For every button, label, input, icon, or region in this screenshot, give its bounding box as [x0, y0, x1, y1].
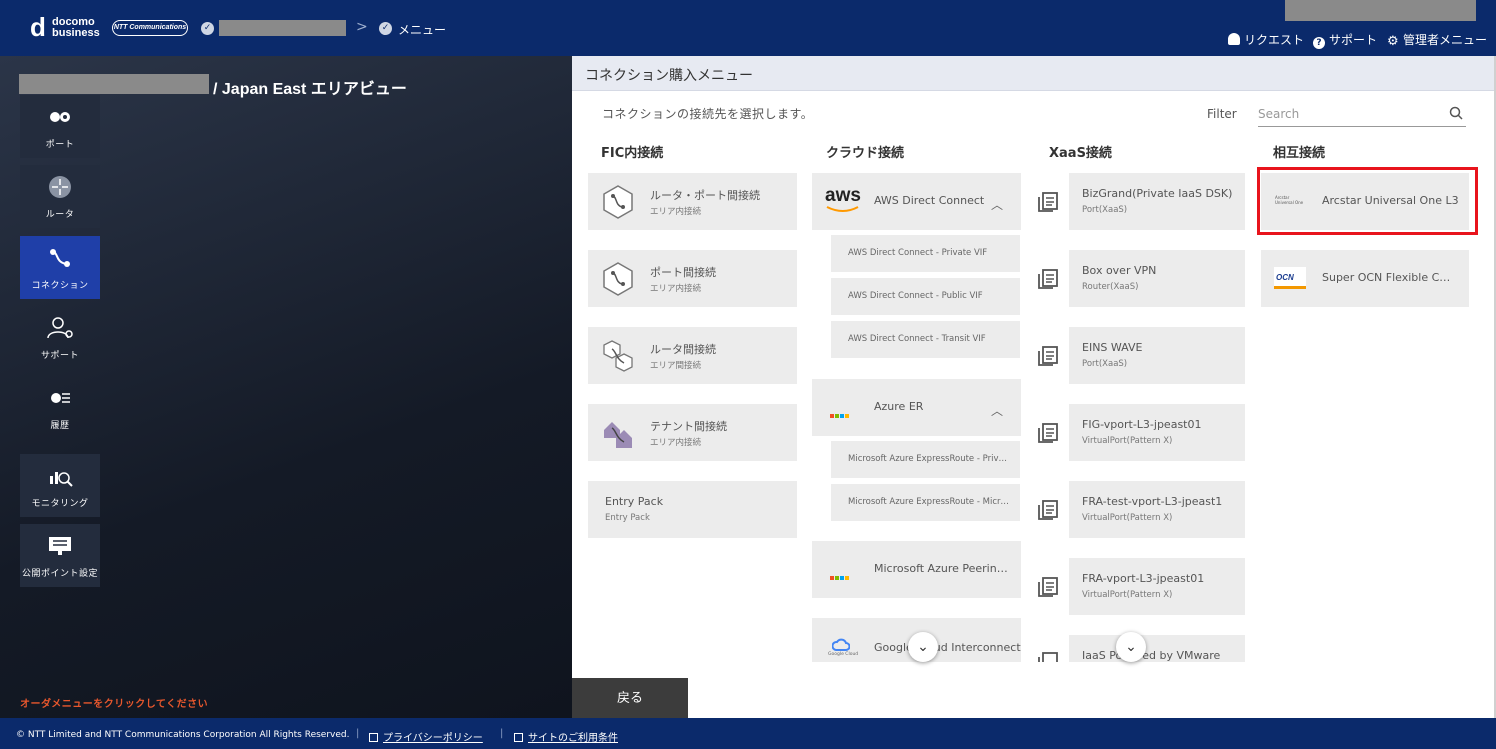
public-point-icon	[49, 537, 71, 555]
filter-label: Filter	[1207, 107, 1237, 121]
chevron-down-icon[interactable]: ⌄	[908, 632, 938, 662]
document-stack-icon	[1038, 192, 1058, 212]
column-heading-xaas: XaaS接続	[1049, 146, 1112, 161]
redacted-area-name	[19, 74, 209, 94]
chevron-down-icon[interactable]: ⌄	[1116, 632, 1146, 662]
column-heading-mutual: 相互接続	[1273, 146, 1326, 161]
card-tenant-connection[interactable]: テナント間接続 エリア内接続	[588, 404, 797, 461]
footer-separator: |	[500, 728, 504, 739]
order-instruction: オーダメニューをクリックしてください	[20, 699, 209, 710]
sub-azure-microsoft-peering[interactable]: Microsoft Azure ExpressRoute - Microsoft…	[831, 484, 1020, 521]
card-aws-direct-connect[interactable]: aws AWS Direct Connect ︿	[812, 173, 1021, 230]
sidenav-item-monitoring[interactable]: モニタリング	[20, 454, 100, 517]
column-heading-cloud: クラウド接続	[826, 146, 905, 161]
document-stack-icon	[1038, 346, 1058, 366]
panel-title: コネクション購入メニュー	[585, 68, 753, 84]
check-circle-icon: ✓	[379, 22, 392, 35]
aws-smile-icon	[826, 206, 859, 212]
breadcrumb-menu[interactable]: メニュー	[398, 21, 446, 38]
admin-menu-link[interactable]: ⚙ 管理者メニュー	[1387, 31, 1487, 48]
external-window-icon	[514, 733, 523, 742]
chevron-up-icon[interactable]: ︿	[991, 196, 1003, 213]
external-window-icon	[369, 733, 378, 742]
area-title: / Japan East エリアビュー	[213, 81, 407, 98]
request-link[interactable]: リクエスト	[1228, 31, 1304, 48]
sidenav-item-history[interactable]: 履歴	[20, 376, 100, 439]
terms-of-use-link[interactable]: サイトのご利用条件	[514, 729, 618, 744]
card-azure-peering-service[interactable]: Microsoft Azure Peering Service	[812, 541, 1021, 598]
top-header: d docomo business NTT Communications ✓ > …	[0, 0, 1496, 56]
sub-azure-private-peering[interactable]: Microsoft Azure ExpressRoute - Private P…	[831, 441, 1020, 478]
document-stack-icon	[1038, 500, 1058, 520]
document-stack-icon	[1038, 269, 1058, 289]
sidenav-item-support[interactable]: サポート	[20, 306, 100, 369]
bell-icon	[1228, 33, 1240, 45]
sidenav-item-port[interactable]: ポート	[20, 95, 100, 158]
panel-header: コネクション購入メニュー	[572, 56, 1494, 91]
chevron-up-icon[interactable]: ︿	[991, 402, 1003, 419]
aws-logo: aws	[825, 185, 861, 206]
sub-aws-public-vif[interactable]: AWS Direct Connect - Public VIF	[831, 278, 1020, 315]
connection-purchase-panel: コネクション購入メニュー コネクションの接続先を選択します。 Filter FI…	[572, 56, 1494, 718]
microsoft-azure-logo	[830, 565, 856, 580]
document-stack-icon	[1038, 423, 1058, 443]
document-stack-icon	[1038, 577, 1058, 597]
card-xaas-eins-wave[interactable]: EINS WAVE Port(XaaS)	[1038, 327, 1245, 384]
breadcrumb-separator: >	[356, 19, 368, 35]
ocn-logo: OCN	[1274, 267, 1306, 289]
document-stack-icon	[1038, 652, 1058, 662]
google-cloud-icon	[832, 638, 850, 651]
router-hex-icon	[603, 340, 633, 372]
support-icon	[47, 317, 73, 339]
card-xaas-fig-vport[interactable]: FIG-vport-L3-jpeast01 VirtualPort(Patter…	[1038, 404, 1245, 461]
sub-aws-private-vif[interactable]: AWS Direct Connect - Private VIF	[831, 235, 1020, 272]
selection-highlight	[1257, 167, 1478, 235]
card-azure-er[interactable]: Azure ER ︿	[812, 379, 1021, 436]
connection-hex-icon	[603, 185, 633, 219]
panel-description: コネクションの接続先を選択します。	[602, 107, 814, 121]
card-xaas-fra-vport[interactable]: FRA-vport-L3-jpeast01 VirtualPort(Patter…	[1038, 558, 1245, 615]
connection-hex-icon	[603, 262, 633, 296]
sub-aws-transit-vif[interactable]: AWS Direct Connect - Transit VIF	[831, 321, 1020, 358]
copyright-text: © NTT Limited and NTT Communications Cor…	[16, 730, 350, 740]
microsoft-azure-logo	[830, 403, 856, 418]
tenant-icon	[604, 422, 632, 448]
help-icon: ?	[1313, 37, 1325, 49]
footer-separator: |	[356, 728, 360, 739]
search-input[interactable]	[1258, 101, 1466, 127]
footer: © NTT Limited and NTT Communications Cor…	[0, 718, 1496, 749]
card-entry-pack[interactable]: Entry Pack Entry Pack	[588, 481, 797, 538]
connection-icon	[50, 249, 70, 267]
sidenav-item-connection[interactable]: コネクション	[20, 236, 100, 299]
card-xaas-bizgrand[interactable]: BizGrand(Private IaaS DSK) Port(XaaS)	[1038, 173, 1245, 230]
card-super-ocn-flexible-connect[interactable]: OCN Super OCN Flexible Connect	[1261, 250, 1469, 307]
sidenav-item-public-point[interactable]: 公開ポイント設定	[20, 524, 100, 587]
router-icon	[49, 176, 71, 198]
privacy-policy-link[interactable]: プライバシーポリシー	[369, 729, 483, 744]
redacted-user-info	[1285, 0, 1476, 21]
check-circle-icon: ✓	[201, 22, 214, 35]
card-xaas-box-over-vpn[interactable]: Box over VPN Router(XaaS)	[1038, 250, 1245, 307]
sidenav-item-router[interactable]: ルータ	[20, 165, 100, 228]
back-button[interactable]: 戻る	[572, 678, 688, 718]
card-router-port-connection[interactable]: ルータ・ポート間接続 エリア内接続	[588, 173, 797, 230]
gear-icon: ⚙	[1387, 34, 1399, 49]
search-icon[interactable]	[1449, 106, 1463, 120]
ntt-communications-logo: NTT Communications	[112, 20, 188, 36]
column-heading-fic: FIC内接続	[601, 146, 664, 161]
card-xaas-iaas-vmware[interactable]: IaaS Powered by VMware	[1038, 635, 1245, 662]
history-icon	[51, 393, 70, 403]
card-port-connection[interactable]: ポート間接続 エリア内接続	[588, 250, 797, 307]
monitoring-icon	[50, 472, 73, 487]
port-icon	[50, 112, 70, 122]
redacted-tenant-name[interactable]	[219, 20, 346, 36]
area-view: / Japan East エリアビュー ポート ルータ コネクション サポート …	[0, 56, 572, 718]
card-xaas-fra-test-vport[interactable]: FRA-test-vport-L3-jpeast1 VirtualPort(Pa…	[1038, 481, 1245, 538]
card-router-connection[interactable]: ルータ間接続 エリア間接続	[588, 327, 797, 384]
support-link[interactable]: ? サポート	[1313, 31, 1377, 49]
